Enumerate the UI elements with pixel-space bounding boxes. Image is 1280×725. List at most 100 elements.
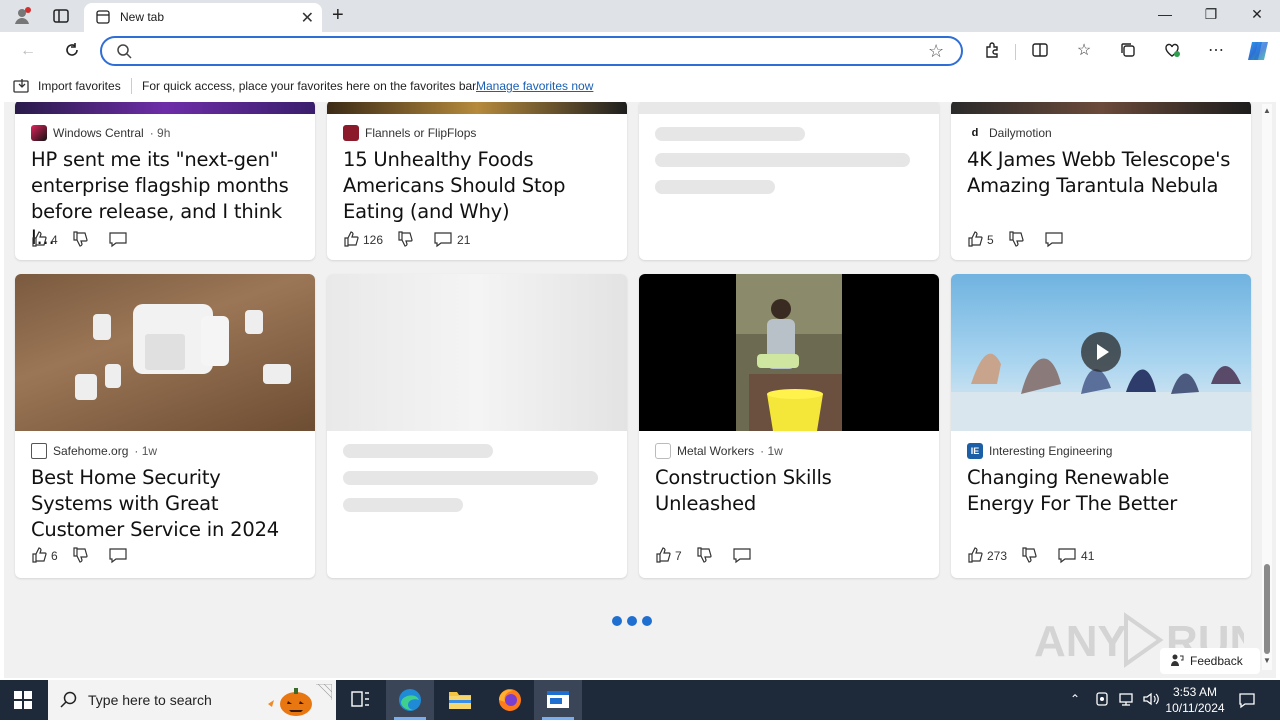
dislike-icon[interactable] [1021,546,1041,566]
source-age: · 9h [149,126,171,140]
taskbar-app-icon[interactable] [534,680,582,720]
refresh-icon[interactable] [62,41,82,61]
card-headline[interactable]: 15 Unhealthy Foods Americans Should Stop… [343,147,617,225]
play-video-icon[interactable] [1081,332,1121,372]
scroll-down-arrow[interactable]: ▼ [1263,656,1271,665]
collections-icon[interactable] [1118,41,1138,61]
manage-favorites-link[interactable]: Manage favorites now [476,79,593,93]
card-headline[interactable]: Best Home Security Systems with Great Cu… [31,465,305,543]
card-source[interactable]: d Dailymotion [967,125,1052,141]
skeleton-line [343,471,598,485]
favorite-star-icon[interactable]: ☆ [928,41,944,62]
source-name: Interesting Engineering [989,444,1113,458]
metal-workers-logo-icon [655,443,671,459]
news-card[interactable]: IE Interesting Engineering Changing Rene… [951,274,1251,578]
comment-icon[interactable] [108,546,128,566]
skeleton-line [655,180,775,194]
minimize-button[interactable]: — [1142,6,1188,22]
address-input[interactable] [142,41,922,61]
dislike-icon[interactable] [72,546,92,566]
card-headline[interactable]: 4K James Webb Telescope's Amazing Tarant… [967,147,1241,199]
new-tab-button[interactable]: + [332,4,344,27]
favorites-icon[interactable]: ☆ [1074,41,1094,61]
like-count: 7 [675,549,682,563]
scrollbar-thumb[interactable] [1264,564,1270,654]
clock[interactable]: 3:53 AM 10/11/2024 [1160,684,1230,716]
title-bar: New tab ✕ + — ❐ ✕ [0,0,1280,32]
extensions-icon[interactable] [982,41,1002,61]
volume-icon[interactable] [1142,690,1160,711]
card-image [951,102,1251,114]
card-source[interactable]: IE Interesting Engineering [967,443,1112,459]
news-card[interactable]: d Dailymotion 4K James Webb Telescope's … [951,102,1251,260]
card-source[interactable]: Flannels or FlipFlops [343,125,476,141]
taskbar-firefox-icon[interactable] [486,680,534,720]
scroll-up-arrow[interactable]: ▲ [1263,106,1271,115]
news-card[interactable]: Flannels or FlipFlops 15 Unhealthy Foods… [327,102,627,260]
tab-title: New tab [120,10,165,24]
start-button[interactable] [14,691,34,711]
copilot-icon[interactable] [1246,40,1270,62]
news-card[interactable]: Windows Central · 9h HP sent me its "nex… [15,102,315,260]
like-icon[interactable] [655,546,675,566]
close-tab-icon[interactable]: ✕ [301,8,314,28]
source-name: Metal Workers [677,444,755,458]
vertical-scrollbar[interactable]: ▲ ▼ [1262,104,1272,670]
favorites-hint: For quick access, place your favorites h… [142,79,479,93]
more-options-icon[interactable]: ⋯ [1206,41,1226,61]
tab-actions-icon[interactable] [52,7,70,25]
comment-icon[interactable] [433,230,453,250]
news-card[interactable]: Metal Workers · 1w Construction Skills U… [639,274,939,578]
card-headline[interactable]: Changing Renewable Energy For The Better [967,465,1241,517]
card-headline[interactable]: Construction Skills Unleashed [655,465,929,517]
card-source[interactable]: Windows Central · 9h [31,125,170,141]
tab-new-tab[interactable]: New tab ✕ [84,3,322,32]
card-source[interactable]: Metal Workers · 1w [655,443,783,459]
taskbar-search-box[interactable]: Type here to search [48,680,336,720]
browser-essentials-icon[interactable] [1162,41,1182,61]
task-view-button[interactable] [336,680,384,720]
dislike-icon[interactable] [72,230,92,250]
card-image-placeholder [327,274,627,431]
profile-icon[interactable] [12,6,32,26]
feedback-button[interactable]: Feedback [1160,648,1260,674]
show-hidden-icons-button[interactable]: ⌃ [1070,692,1080,706]
like-icon[interactable] [967,546,987,566]
close-window-button[interactable]: ✕ [1234,6,1280,23]
notifications-icon[interactable] [1238,691,1256,712]
favorites-divider [131,78,132,94]
skeleton-line [655,127,805,141]
device-tray-icon[interactable] [1094,690,1110,711]
card-actions: 5 [967,230,1064,250]
source-name: Windows Central [53,126,144,140]
like-icon[interactable] [31,546,51,566]
source-age: · 1w [134,444,158,458]
import-favorites-button[interactable]: Import favorites [38,79,121,93]
card-source[interactable]: Safehome.org · 1w [31,443,157,459]
dislike-icon[interactable] [1008,230,1028,250]
like-icon[interactable] [967,230,987,250]
card-actions: 273 41 [967,546,1094,566]
pumpkin-icon [264,683,333,718]
card-actions: 6 [31,546,128,566]
interesting-engineering-logo-icon: IE [967,443,983,459]
search-icon [116,43,132,64]
restore-button[interactable]: ❐ [1188,6,1234,23]
like-icon[interactable] [31,230,51,250]
dislike-icon[interactable] [696,546,716,566]
comment-icon[interactable] [108,230,128,250]
card-image [15,102,315,114]
split-screen-icon[interactable] [1030,41,1050,61]
news-card[interactable]: Safehome.org · 1w Best Home Security Sys… [15,274,315,578]
taskbar-file-explorer-icon[interactable] [436,680,484,720]
dislike-icon[interactable] [397,230,417,250]
comment-icon[interactable] [732,546,752,566]
back-icon[interactable]: ← [18,41,38,61]
like-icon[interactable] [343,230,363,250]
network-icon[interactable] [1118,690,1136,711]
comment-icon[interactable] [1044,230,1064,250]
taskbar-edge-icon[interactable] [386,680,434,720]
taskbar-search-placeholder: Type here to search [88,692,212,708]
comment-icon[interactable] [1057,546,1077,566]
address-bar[interactable]: ☆ [100,36,963,66]
